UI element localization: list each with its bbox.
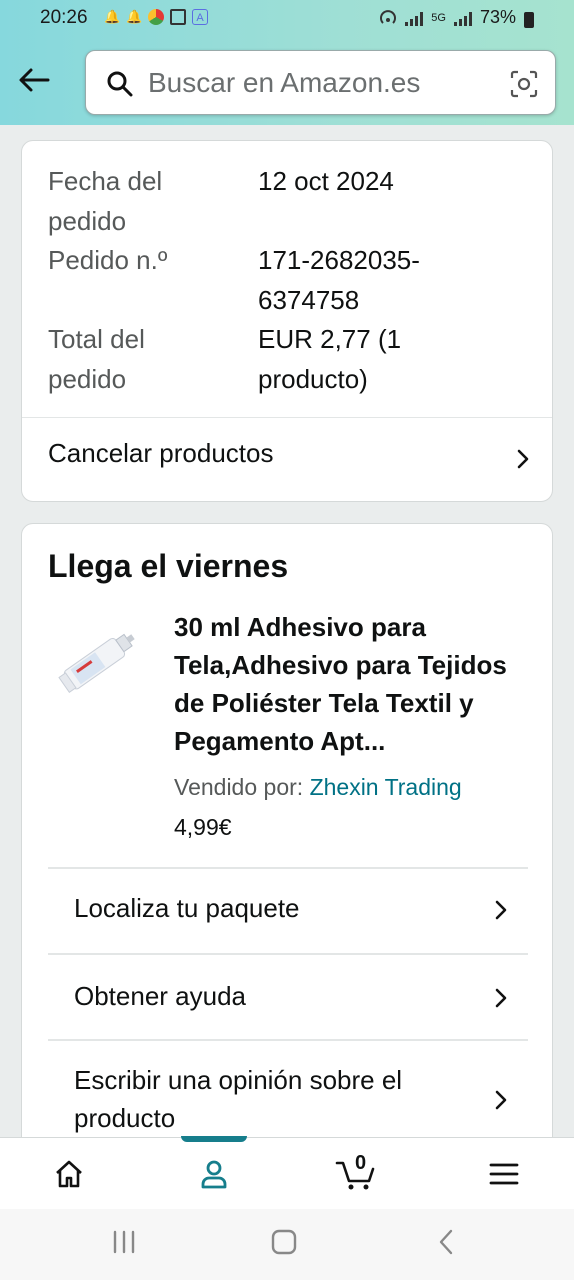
get-help-button[interactable]: Obtener ayuda: [48, 953, 528, 1039]
battery-icon: [524, 11, 534, 28]
search-input[interactable]: Buscar en Amazon.es: [148, 67, 420, 99]
order-date-value: 12 oct 2024: [258, 166, 394, 196]
order-date-label: Fecha del pedido: [48, 166, 163, 236]
battery-level: 73%: [479, 7, 516, 27]
order-number-value: 171-2682035- 6374758: [258, 245, 420, 315]
product-price: 4,99€: [174, 814, 232, 840]
back-nav-icon[interactable]: [436, 1227, 456, 1257]
home-button-icon[interactable]: [271, 1227, 297, 1257]
status-time: 20:26: [40, 7, 88, 28]
glue-tube-image: [58, 633, 135, 693]
chevron-right-icon: [495, 1090, 507, 1110]
order-number-label: Pedido n.º: [48, 245, 168, 275]
notification-icons: 🔔 🔔 A: [104, 9, 208, 25]
seller-link[interactable]: Zhexin Trading: [310, 774, 462, 800]
chevron-right-icon: [517, 449, 529, 469]
seller-prefix: Vendido por:: [174, 774, 304, 800]
nav-account[interactable]: [174, 1138, 254, 1210]
bottom-nav: 0: [0, 1136, 574, 1210]
back-arrow-icon: [19, 68, 50, 92]
search-bar[interactable]: Buscar en Amazon.es: [85, 50, 556, 115]
nav-cart[interactable]: 0: [317, 1138, 397, 1210]
hotspot-icon: [380, 9, 397, 24]
track-package-label: Localiza tu paquete: [74, 893, 300, 923]
bell-icon: 🔔: [126, 9, 143, 24]
cart-count: 0: [355, 1152, 367, 1174]
app-icon: [148, 9, 164, 25]
product-title[interactable]: 30 ml Adhesivo para Tela,Adhesivo para T…: [174, 608, 534, 760]
cancel-products-label: Cancelar productos: [48, 438, 274, 468]
product-image[interactable]: [52, 614, 144, 706]
signal-icon: [405, 10, 424, 26]
camera-search-icon[interactable]: [509, 69, 539, 99]
account-icon: [201, 1160, 227, 1189]
chevron-right-icon: [495, 988, 507, 1008]
app-header: 20:26 🔔 🔔 A 5G 73% Buscar en Amazon.es: [0, 0, 574, 125]
nav-home[interactable]: [29, 1138, 109, 1210]
order-summary-card: Fecha del pedido 12 oct 2024 Pedido n.º …: [21, 140, 553, 502]
photo-icon: [170, 9, 186, 25]
arrival-heading: Llega el viernes: [48, 548, 289, 584]
signal-icon: [453, 10, 472, 26]
network-type: 5G: [431, 11, 446, 24]
order-total-label: Total del pedido: [48, 324, 145, 394]
chevron-right-icon: [495, 900, 507, 920]
recent-apps-icon[interactable]: [111, 1227, 137, 1257]
system-nav-bar: [0, 1209, 574, 1280]
system-icons: 5G 73%: [379, 7, 534, 28]
cancel-products-button[interactable]: Cancelar productos: [22, 418, 552, 502]
home-icon: [56, 1160, 82, 1188]
translate-icon: A: [192, 9, 208, 25]
shipment-card: Llega el viernes 30 ml Adhesivo para Tel…: [21, 523, 553, 1163]
get-help-label: Obtener ayuda: [74, 981, 247, 1011]
order-total-value: EUR 2,77 (1 producto): [258, 324, 402, 394]
menu-icon: [489, 1163, 519, 1185]
track-package-button[interactable]: Localiza tu paquete: [48, 867, 528, 953]
search-icon: [107, 71, 133, 97]
seller-info: Vendido por: Zhexin Trading: [174, 774, 462, 801]
bell-icon: 🔔: [104, 9, 121, 24]
status-bar: 20:26 🔔 🔔 A 5G 73%: [0, 0, 574, 36]
back-button[interactable]: [14, 62, 54, 98]
nav-menu[interactable]: [464, 1138, 544, 1210]
write-review-label: Escribir una opinión sobre el producto: [74, 1065, 403, 1133]
